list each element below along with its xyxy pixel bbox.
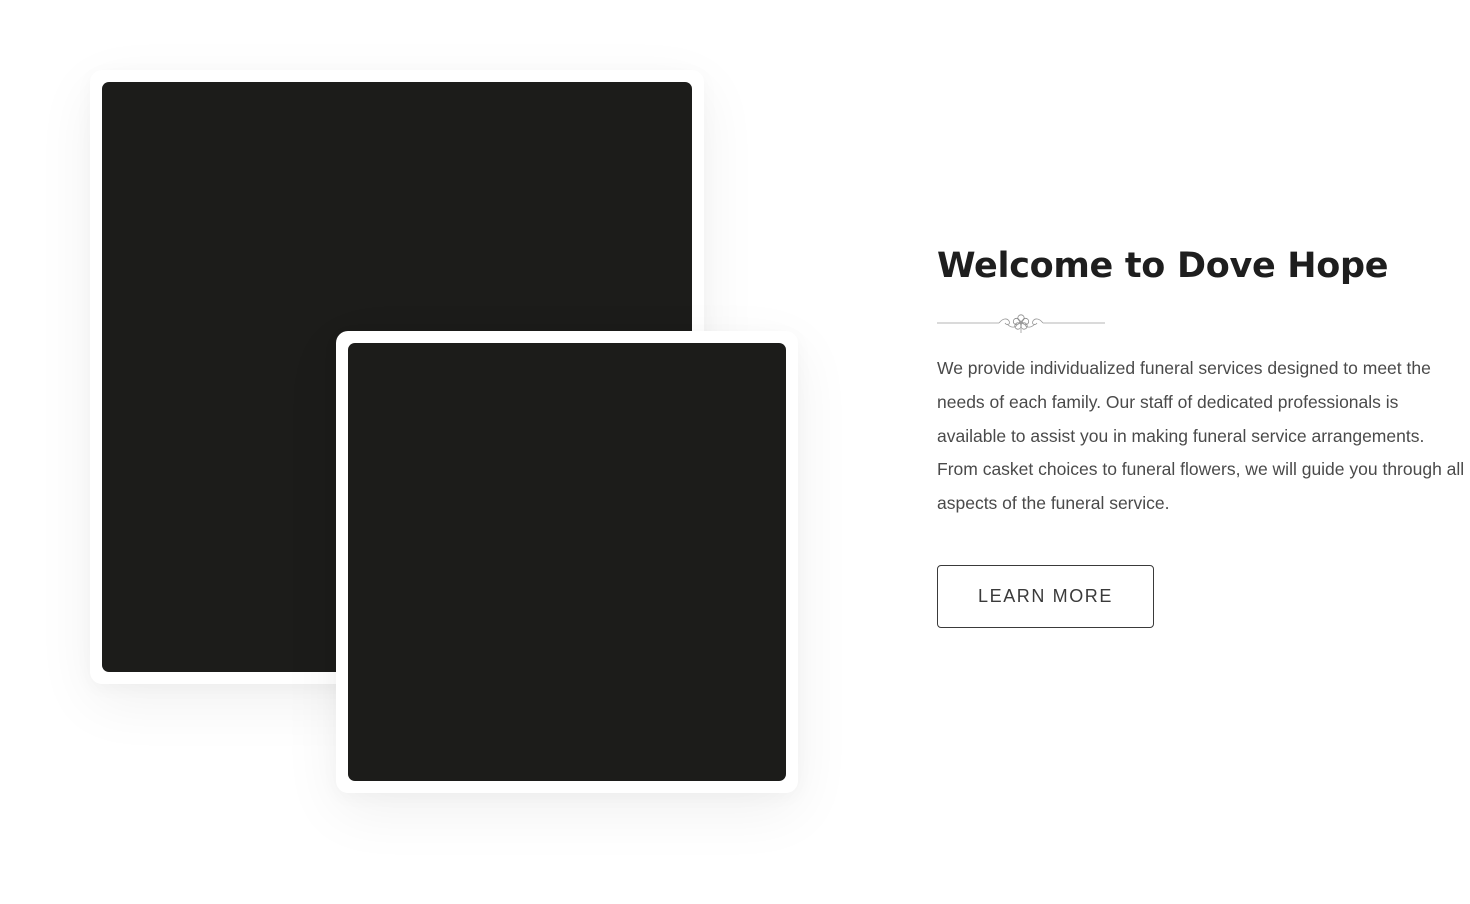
image-frame-small xyxy=(336,331,798,793)
page-title: Welcome to Dove Hope xyxy=(937,246,1389,286)
feature-image-small xyxy=(348,343,786,781)
welcome-content: Welcome to Dove Hope We provide individu… xyxy=(937,240,1467,628)
welcome-section: Welcome to Dove Hope We provide individu… xyxy=(0,0,1470,904)
floral-divider-icon xyxy=(937,314,1105,333)
learn-more-button[interactable]: LEARN MORE xyxy=(937,564,1154,628)
learn-more-button-label: LEARN MORE xyxy=(977,585,1114,606)
welcome-description: We provide individualized funeral servic… xyxy=(937,358,1465,514)
